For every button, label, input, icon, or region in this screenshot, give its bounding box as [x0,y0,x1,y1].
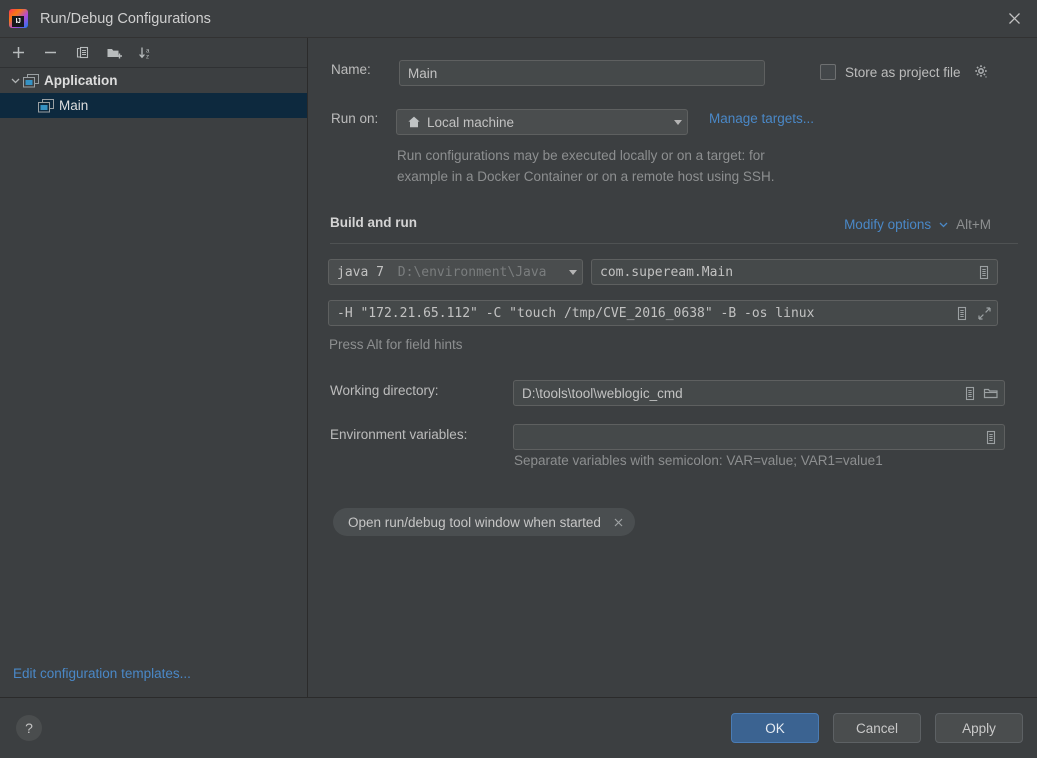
expand-editor-icon[interactable] [975,303,993,323]
sort-configurations-button[interactable]: a z [136,42,157,63]
tree-node-label: Application [44,73,118,88]
working-directory-value: D:\tools\tool\weblogic_cmd [522,385,683,401]
close-window-button[interactable] [991,0,1037,36]
chevron-down-icon[interactable] [8,73,23,88]
section-divider [330,243,1018,244]
working-directory-input[interactable]: D:\tools\tool\weblogic_cmd [513,380,1005,406]
configurations-toolbar: a z [0,38,307,68]
intellij-idea-logo-icon [9,9,28,28]
name-input[interactable]: Main [399,60,765,86]
environment-variables-input[interactable] [513,424,1005,450]
apply-button[interactable]: Apply [935,713,1023,743]
jdk-name: java 7 [337,264,384,280]
svg-text:z: z [146,53,149,60]
jdk-path: D:\environment\Java [397,264,547,280]
run-on-row: Run on: [331,111,378,126]
remove-configuration-button[interactable] [40,42,61,63]
copy-icon [76,46,88,58]
home-icon [405,112,422,132]
run-on-hint-line-1: Run configurations may be executed local… [397,148,765,163]
environment-variables-hint: Separate variables with semicolon: VAR=v… [514,453,883,468]
run-on-hint: Run configurations may be executed local… [397,145,917,187]
environment-variables-label: Environment variables: [330,427,468,442]
insert-macro-icon[interactable] [953,303,971,323]
chevron-down-icon [674,119,682,125]
run-debug-configurations-dialog: Run/Debug Configurations [0,0,1037,758]
options-chip-area: Open run/debug tool window when started [333,508,635,536]
store-as-project-file-checkbox[interactable] [820,64,836,80]
manage-targets-link[interactable]: Manage targets... [709,111,814,126]
run-on-label: Run on: [331,111,379,126]
close-icon [1008,12,1020,24]
modify-options-row: Modify options Alt+M [844,214,991,235]
add-configuration-button[interactable] [8,42,29,63]
chevron-down-icon[interactable] [938,219,949,230]
program-arguments-value: -H "172.21.65.112" -C "touch /tmp/CVE_20… [337,305,815,321]
help-icon: ? [25,720,33,736]
tree-node-application[interactable]: Application [0,68,307,93]
run-on-value: Local machine [427,114,515,130]
tree-node-label: Main [59,98,89,113]
insert-macro-icon[interactable] [975,262,993,282]
jdk-combobox[interactable]: java 7 D:\environment\Java [328,259,583,285]
new-folder-icon [107,48,122,58]
name-row: Name: [331,62,371,77]
browse-folder-icon[interactable] [982,383,1000,403]
dialog-body: a z Application Main Edit configuration … [0,38,1037,697]
jdk-value: java 7 D:\environment\Java [337,265,563,280]
ok-button[interactable]: OK [731,713,819,743]
program-arguments-input[interactable]: -H "172.21.65.112" -C "touch /tmp/CVE_20… [328,300,998,326]
close-small-icon[interactable] [611,515,626,530]
new-folder-button[interactable] [104,42,125,63]
help-button[interactable]: ? [16,715,42,741]
manage-targets-row: Manage targets... [709,111,814,126]
application-icon [38,98,54,114]
tree-node-main[interactable]: Main [0,93,307,118]
footer-buttons: OK Cancel Apply [731,713,1023,743]
insert-macro-icon[interactable] [982,427,1000,447]
title-bar: Run/Debug Configurations [0,0,1037,38]
modify-options-link[interactable]: Modify options [844,217,931,232]
cancel-button[interactable]: Cancel [833,713,921,743]
field-hint: Press Alt for field hints [329,337,463,352]
application-icon [23,73,39,89]
modify-options-shortcut: Alt+M [956,217,991,232]
main-class-input[interactable]: com.supeream.Main [591,259,998,285]
gear-dropdown-icon[interactable] [973,62,991,82]
name-input-value: Main [408,65,438,81]
sidebar-footer: Edit configuration templates... [0,650,307,697]
store-as-project-file-row: Store as project file [820,62,991,82]
minus-icon [45,51,56,54]
working-directory-label: Working directory: [330,383,439,398]
dialog-footer: ? OK Cancel Apply [0,697,1037,758]
window-title: Run/Debug Configurations [40,10,211,27]
configurations-tree: Application Main [0,68,307,650]
open-tool-window-chip-label: Open run/debug tool window when started [348,514,601,530]
edit-configuration-templates-link[interactable]: Edit configuration templates... [13,666,191,681]
name-label: Name: [331,62,371,77]
sort-alphabetically-icon: a z [139,47,150,60]
working-directory-row: Working directory: [330,383,439,398]
environment-variables-row: Environment variables: [330,427,467,442]
copy-configuration-button[interactable] [72,42,93,63]
store-as-project-file-label: Store as project file [845,64,961,80]
chevron-down-icon [569,269,577,275]
main-class-value: com.supeream.Main [600,264,734,280]
plus-icon [13,47,24,58]
configuration-form: Name: Main Store as project file Run on:… [308,38,1037,697]
build-and-run-title: Build and run [330,215,417,230]
insert-macro-icon[interactable] [961,383,979,403]
run-on-combobox[interactable]: Local machine [396,109,688,135]
configurations-sidebar: a z Application Main Edit configuration … [0,38,308,697]
run-on-hint-line-2: example in a Docker Container or on a re… [397,169,775,184]
open-tool-window-chip[interactable]: Open run/debug tool window when started [333,508,635,536]
